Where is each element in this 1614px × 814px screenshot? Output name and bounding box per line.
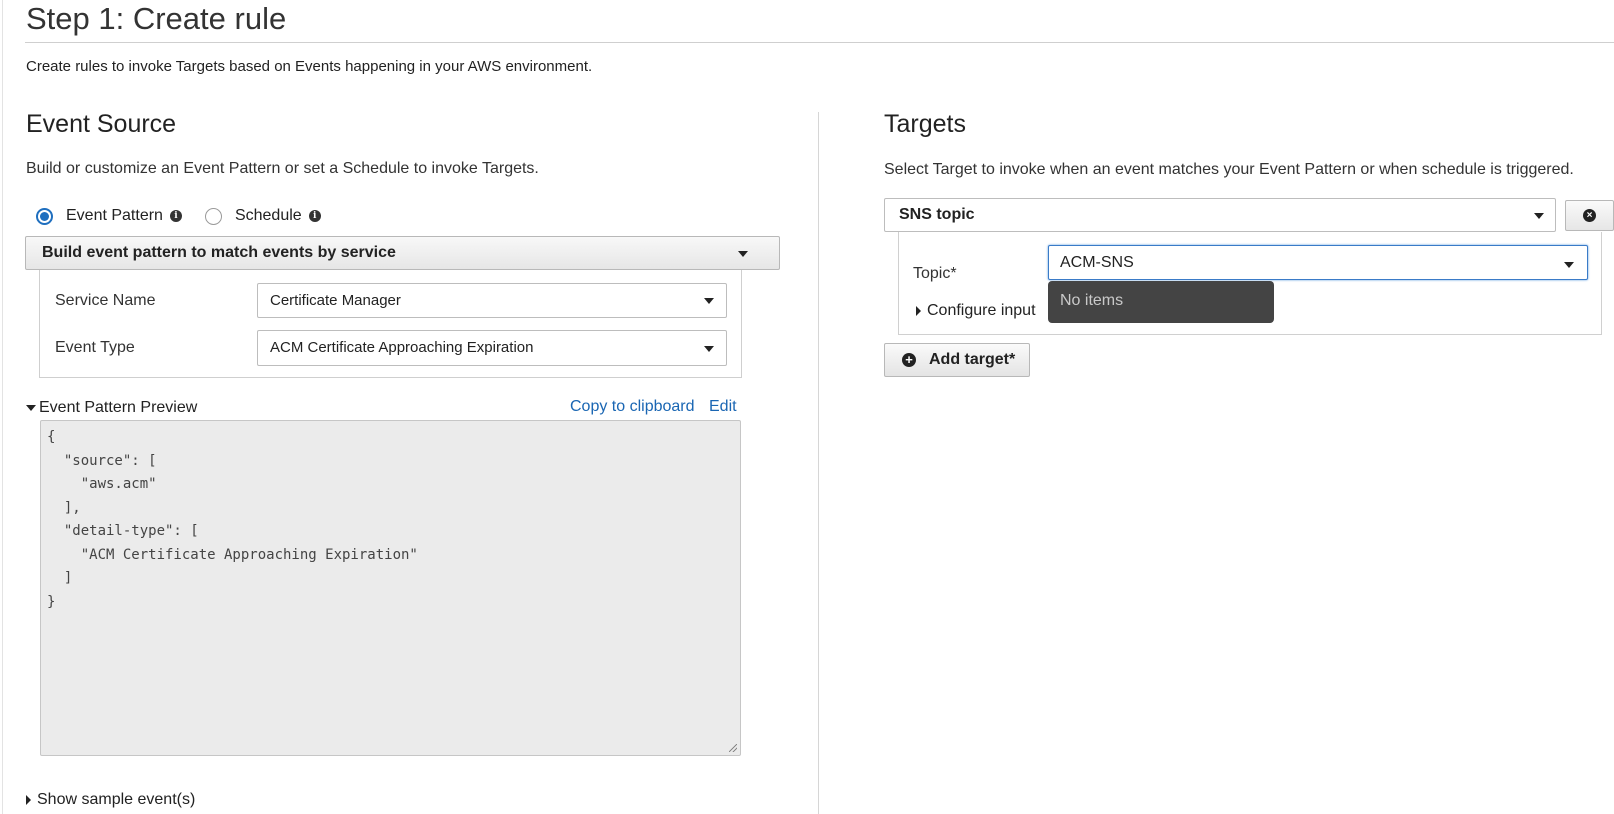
targets-title: Targets — [884, 110, 966, 138]
show-sample-events-toggle[interactable]: Show sample event(s) — [26, 791, 195, 809]
chevron-down-icon — [1534, 213, 1544, 219]
remove-target-button[interactable]: × — [1565, 200, 1614, 231]
event-pattern-preview-label: Event Pattern Preview — [39, 399, 198, 416]
target-type-select[interactable]: SNS topic — [884, 198, 1556, 232]
title-divider — [25, 42, 1614, 43]
targets-description: Select Target to invoke when an event ma… — [884, 161, 1574, 178]
edit-pattern-link[interactable]: Edit — [709, 398, 737, 416]
caret-right-icon — [916, 306, 921, 316]
event-source-type-radios: Event Pattern i Schedule i — [36, 207, 321, 225]
configure-input-label: Configure input — [927, 302, 1036, 319]
target-type-value: SNS topic — [899, 206, 975, 223]
page-title: Step 1: Create rule — [26, 1, 287, 36]
service-name-label: Service Name — [55, 292, 156, 309]
add-target-label: Add target* — [929, 351, 1016, 368]
copy-to-clipboard-link[interactable]: Copy to clipboard — [570, 398, 695, 416]
topic-input[interactable] — [1048, 245, 1588, 280]
chevron-down-icon — [738, 251, 748, 257]
show-sample-events-label: Show sample event(s) — [37, 791, 196, 808]
chevron-down-icon[interactable] — [1564, 262, 1574, 268]
service-name-select[interactable]: Certificate Manager — [257, 283, 727, 318]
column-divider — [818, 112, 819, 814]
build-pattern-dropdown[interactable]: Build event pattern to match events by s… — [25, 236, 780, 270]
event-type-select[interactable]: ACM Certificate Approaching Expiration — [257, 330, 727, 366]
add-target-button[interactable]: + Add target* — [884, 343, 1030, 377]
page-left-border — [2, 0, 3, 814]
page-description: Create rules to invoke Targets based on … — [26, 58, 593, 75]
event-pattern-info-icon[interactable]: i — [169, 210, 182, 222]
topic-dropdown-menu: No items — [1048, 281, 1274, 323]
configure-input-toggle[interactable]: Configure input — [916, 302, 1036, 320]
topic-label: Topic* — [913, 265, 957, 282]
event-pattern-radio[interactable] — [36, 207, 53, 225]
event-type-label: Event Type — [55, 339, 135, 356]
schedule-radio[interactable] — [204, 207, 222, 225]
caret-right-icon — [26, 795, 31, 805]
close-icon: × — [1583, 209, 1596, 222]
schedule-info-icon[interactable]: i — [308, 210, 321, 222]
resize-handle-icon[interactable] — [729, 744, 737, 752]
chevron-down-icon — [704, 298, 714, 304]
chevron-down-icon — [704, 346, 714, 352]
event-source-description: Build or customize an Event Pattern or s… — [26, 160, 539, 177]
caret-down-icon — [26, 405, 36, 411]
event-pattern-preview-toggle[interactable]: Event Pattern Preview — [26, 399, 197, 417]
no-items-message: No items — [1060, 292, 1124, 309]
event-pattern-label[interactable]: Event Pattern — [66, 207, 163, 225]
event-type-value: ACM Certificate Approaching Expiration — [270, 339, 534, 356]
event-source-title: Event Source — [26, 110, 177, 138]
event-pattern-json[interactable]: { "source": [ "aws.acm" ], "detail-type"… — [40, 420, 741, 756]
schedule-label[interactable]: Schedule — [235, 207, 302, 225]
build-pattern-label: Build event pattern to match events by s… — [42, 244, 396, 261]
service-name-value: Certificate Manager — [270, 292, 401, 309]
plus-icon: + — [902, 353, 916, 367]
